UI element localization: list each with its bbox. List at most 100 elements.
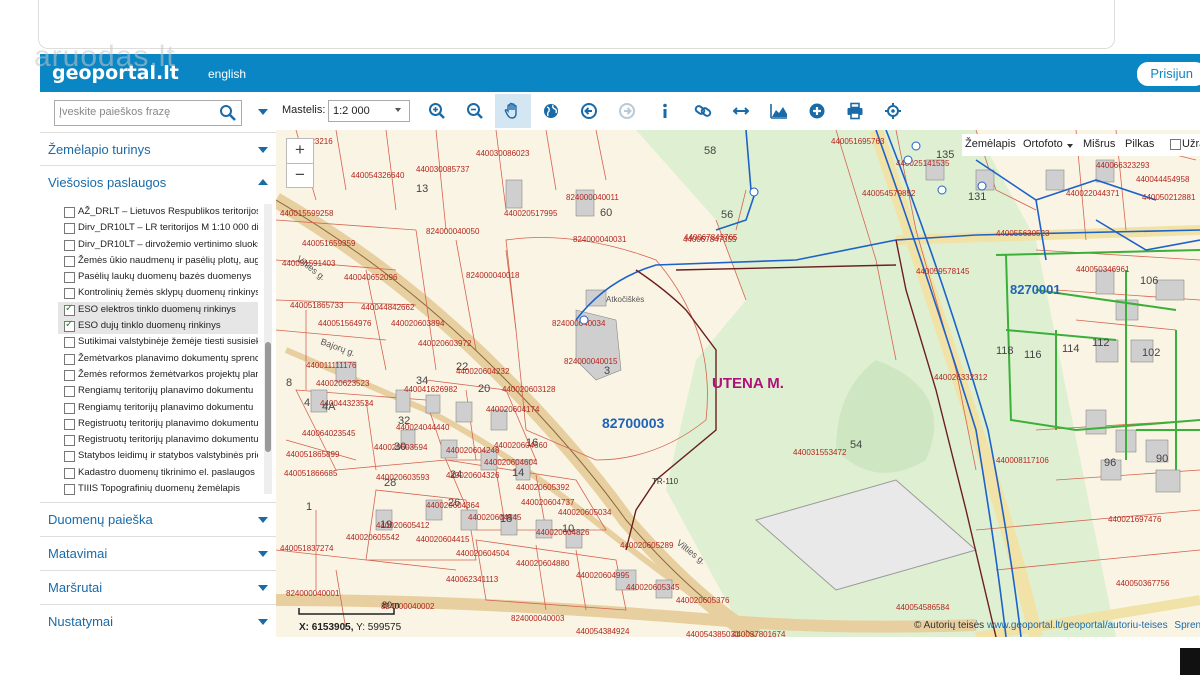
layer-checkbox[interactable] <box>64 467 75 479</box>
zoom-in-button[interactable] <box>419 94 455 128</box>
elevation-button[interactable] <box>761 94 797 128</box>
layer-checkbox[interactable] <box>64 386 75 398</box>
section-measurements[interactable]: Matavimai <box>40 536 276 570</box>
measure-button[interactable] <box>723 94 759 128</box>
search-placeholder: Įveskite paieškos frazę <box>59 106 171 118</box>
svg-text:34: 34 <box>416 375 428 387</box>
search-input[interactable]: Įveskite paieškos frazę <box>54 100 242 126</box>
locate-icon <box>885 103 901 119</box>
layer-item[interactable]: TIIIS Topografinių duomenų žemėlapis <box>58 481 258 497</box>
layer-item[interactable]: Kadastro duomenų tikrinimo el. paslaugos <box>58 465 258 481</box>
forward-button[interactable] <box>609 94 645 128</box>
svg-text:440050212881: 440050212881 <box>1142 193 1196 202</box>
svg-text:440021697476: 440021697476 <box>1108 515 1162 524</box>
svg-text:440050367756: 440050367756 <box>1116 579 1170 588</box>
layer-item[interactable]: Žemėtvarkos planavimo dokumentų sprenc <box>58 351 258 367</box>
layer-checkbox[interactable] <box>64 288 75 300</box>
layer-checkbox[interactable] <box>64 435 75 447</box>
layer-item[interactable]: AŽ_DRLT – Lietuvos Respublikos teritorij… <box>58 204 258 220</box>
search-icon[interactable] <box>219 104 237 122</box>
layer-label: TIIIS Topografinių duomenų žemėlapis <box>78 483 240 495</box>
svg-text:3: 3 <box>604 365 610 377</box>
layer-item[interactable]: Dirv_DR10LT – dirvožemio vertinimo sluok… <box>58 237 258 253</box>
map-zoom-out-button[interactable]: − <box>287 164 313 188</box>
layer-item[interactable]: Statybos leidimų ir statybos valstybinės… <box>58 448 258 464</box>
layer-checkbox[interactable] <box>64 369 75 381</box>
layer-checkbox[interactable] <box>64 319 75 333</box>
svg-text:440030086023: 440030086023 <box>476 149 530 158</box>
copyright-link[interactable]: www.geoportal.lt/geoportal/autoriu-teise… <box>987 620 1168 631</box>
layer-checkbox[interactable] <box>64 353 75 365</box>
svg-text:440054384924: 440054384924 <box>576 627 630 636</box>
layer-checkbox[interactable] <box>64 451 75 463</box>
layer-item[interactable]: Rengiamų teritorijų planavimo dokumentu <box>58 400 258 416</box>
layer-checkbox[interactable] <box>64 402 75 414</box>
basemap-option-ortho[interactable]: Ortofoto <box>1023 138 1063 150</box>
section-data-search[interactable]: Duomenų paieška <box>40 502 276 536</box>
section-public-services[interactable]: Viešosios paslaugos <box>40 165 276 199</box>
layer-checkbox[interactable] <box>64 337 75 349</box>
layer-checkbox[interactable] <box>64 418 75 430</box>
svg-text:18: 18 <box>500 513 512 525</box>
layer-checkbox[interactable] <box>64 484 75 496</box>
scrollbar-thumb[interactable] <box>265 342 271 452</box>
layer-item[interactable]: Rengiamų teritorijų planavimo dokumentu <box>58 383 258 399</box>
svg-text:440020623523: 440020623523 <box>316 379 370 388</box>
section-settings[interactable]: Nustatymai <box>40 604 276 638</box>
svg-text:440059578145: 440059578145 <box>916 267 970 276</box>
map-zoom-in-button[interactable]: + <box>287 139 313 164</box>
layer-item[interactable]: Dirv_DR10LT – LR teritorijos M 1:10 000 … <box>58 220 258 236</box>
section-label: Matavimai <box>48 546 108 561</box>
map-canvas[interactable]: 323216 440030086023 440054326640 440030085… <box>276 130 1200 637</box>
layer-label: Registruotų teritorijų planavimo dokumen… <box>78 417 258 429</box>
layer-item[interactable]: ESO elektros tinklo duomenų rinkinys <box>58 301 258 319</box>
add-button[interactable] <box>799 94 835 128</box>
svg-text:440020603128: 440020603128 <box>502 385 556 394</box>
link-button[interactable] <box>685 94 721 128</box>
svg-text:1: 1 <box>306 501 312 513</box>
svg-text:26: 26 <box>448 497 460 509</box>
layer-item[interactable]: ESO dujų tinklo duomenų rinkinys <box>58 318 258 335</box>
svg-text:440040652096: 440040652096 <box>344 273 398 282</box>
svg-text:32: 32 <box>398 415 410 427</box>
basemap-option-mixed[interactable]: Mišrus <box>1083 138 1115 150</box>
ortho-dropdown-icon[interactable] <box>1067 144 1073 148</box>
layer-checkbox[interactable] <box>64 303 75 316</box>
layer-item[interactable]: Registruotų teritorijų planavimo dokumen… <box>58 416 258 432</box>
layer-item[interactable]: Registruotų teritorijų planavimo dokumen… <box>58 432 258 448</box>
layer-checkbox[interactable] <box>64 207 75 218</box>
zoom-in-icon <box>429 103 445 119</box>
layer-checkbox[interactable] <box>64 223 75 235</box>
layer-item[interactable]: Pasėlių laukų duomenų bazės duomenys <box>58 269 258 285</box>
info-button[interactable] <box>647 94 683 128</box>
layer-label: Statybos leidimų ir statybos valstybinės… <box>78 450 258 462</box>
language-link[interactable]: english <box>208 67 246 81</box>
layer-item[interactable]: Žemės ūkio naudmenų ir pasėlių plotų, au… <box>58 253 258 269</box>
section-routes[interactable]: Maršrutai <box>40 570 276 604</box>
basemap-option-map[interactable]: Žemėlapis <box>965 138 1016 150</box>
login-button[interactable]: Prisijun <box>1137 62 1200 86</box>
layer-item[interactable]: Sutikimai valstybinėje žemėje tiesti sus… <box>58 334 258 350</box>
labels-checkbox[interactable] <box>1170 139 1181 150</box>
svg-text:10: 10 <box>562 523 574 535</box>
layer-item[interactable]: Žemės reformos žemėtvarkos projektų plar <box>58 367 258 383</box>
pan-button[interactable] <box>495 94 531 128</box>
svg-text:118: 118 <box>996 345 1014 357</box>
layer-checkbox[interactable] <box>64 255 75 267</box>
scale-select[interactable]: 1:2 000 <box>328 100 410 122</box>
section-map-contents[interactable]: Žemėlapio turinys <box>40 132 276 166</box>
basemap-option-grey[interactable]: Pilkas <box>1125 138 1154 150</box>
add-icon <box>809 103 825 119</box>
layer-checkbox[interactable] <box>64 272 75 284</box>
basemap-option-labels[interactable]: Užra <box>1182 138 1200 150</box>
zoom-out-button[interactable] <box>457 94 493 128</box>
cadastral-block-label: 82700003 <box>602 415 665 431</box>
print-button[interactable] <box>837 94 873 128</box>
globe-button[interactable] <box>533 94 569 128</box>
back-button[interactable] <box>571 94 607 128</box>
layer-checkbox[interactable] <box>64 239 75 251</box>
copyright-suffix[interactable]: Spren <box>1174 620 1200 631</box>
layer-item[interactable]: Kontrolinių žemės sklypų duomenų rinkiny… <box>58 285 258 301</box>
search-dropdown-icon[interactable] <box>258 109 268 115</box>
locate-button[interactable] <box>875 94 911 128</box>
